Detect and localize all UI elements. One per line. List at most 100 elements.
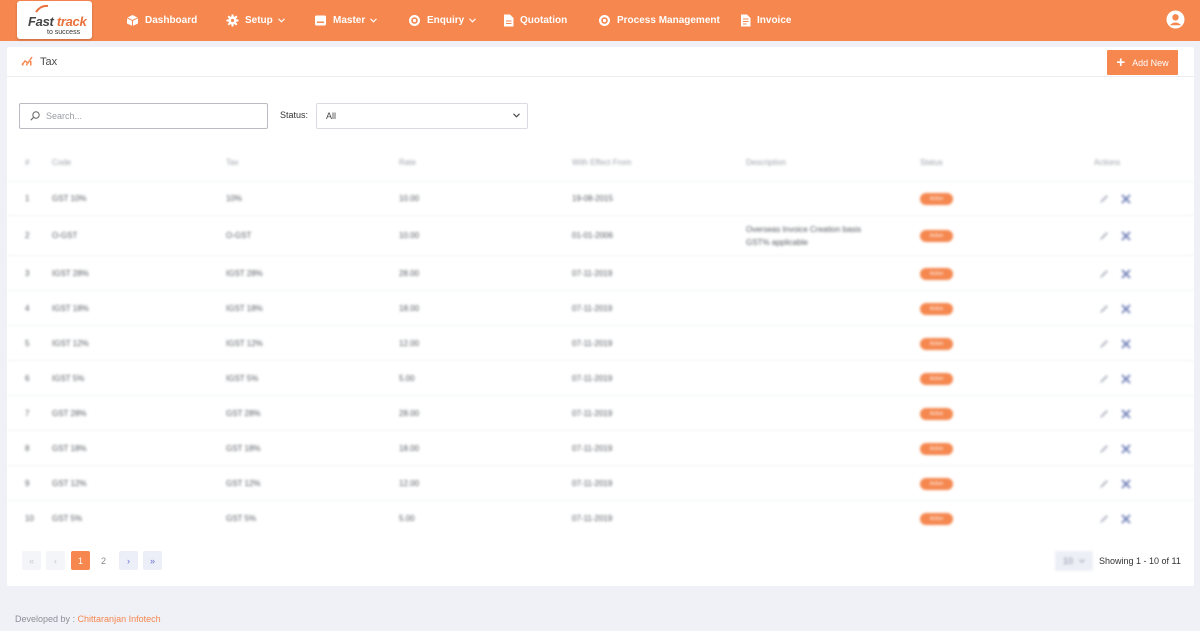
cell-rate: 28.00 <box>399 409 420 418</box>
cell-n: 6 <box>25 374 30 383</box>
chevron-down-icon <box>1079 559 1085 563</box>
cell-n: 10 <box>25 514 34 523</box>
cell-rate: 5.00 <box>399 374 415 383</box>
delete-icon[interactable] <box>1121 194 1131 204</box>
delete-icon[interactable] <box>1121 231 1131 241</box>
brand-logo[interactable]: Fast track to success <box>17 1 92 39</box>
cell-tax: IGST 12% <box>226 339 263 348</box>
per-page-select[interactable]: 10 <box>1055 551 1093 571</box>
cell-from: 07-11-2019 <box>572 339 613 348</box>
footer-company-link[interactable]: Chittaranjan Infotech <box>78 614 161 624</box>
cell-from: 07-11-2019 <box>572 269 613 278</box>
table-row: 10 GST 5% GST 5% 5.00 07-11-2019 Active <box>7 500 1194 535</box>
delete-icon[interactable] <box>1121 479 1131 489</box>
cell-rate: 5.00 <box>399 514 415 523</box>
nav-enquiry[interactable]: Enquiry <box>408 0 477 41</box>
nav-process-management[interactable]: Process Management <box>598 0 720 41</box>
status-select[interactable]: All <box>316 103 528 129</box>
cell-tax: O-GST <box>226 231 252 240</box>
edit-icon[interactable] <box>1099 444 1109 454</box>
status-select-value: All <box>326 111 337 121</box>
cell-code: GST 5% <box>52 514 83 523</box>
target-icon <box>599 15 610 26</box>
delete-icon[interactable] <box>1121 339 1131 349</box>
status-badge: Active <box>920 193 953 205</box>
cell-rate: 18.00 <box>399 304 420 313</box>
status-badge: Active <box>920 513 953 525</box>
cell-code: GST 28% <box>52 409 87 418</box>
edit-icon[interactable] <box>1099 409 1109 419</box>
cell-n: 5 <box>25 339 30 348</box>
footer-prefix: Developed by : <box>15 614 78 624</box>
delete-icon[interactable] <box>1121 514 1131 524</box>
nav-label: Enquiry <box>427 15 465 26</box>
search-input[interactable]: Search... <box>19 103 268 129</box>
add-new-button[interactable]: + Add New <box>1107 50 1178 75</box>
chevron-down-icon <box>513 113 520 118</box>
cell-from: 07-11-2019 <box>572 409 613 418</box>
nav-master[interactable]: Master <box>314 0 378 41</box>
delete-icon[interactable] <box>1121 409 1131 419</box>
chevron-down-icon <box>370 18 378 23</box>
nav-label: Process Management <box>617 15 720 26</box>
showing-count: Showing 1 - 10 of 11 <box>1099 556 1181 566</box>
first-page-button[interactable]: « <box>22 551 41 570</box>
edit-icon[interactable] <box>1099 231 1109 241</box>
status-badge: Active <box>920 443 953 455</box>
nav-setup[interactable]: Setup <box>226 0 285 41</box>
nav-dashboard[interactable]: Dashboard <box>126 0 197 41</box>
delete-icon[interactable] <box>1121 444 1131 454</box>
edit-icon[interactable] <box>1099 339 1109 349</box>
column-header[interactable]: Code <box>52 158 71 167</box>
nav-quotation[interactable]: Quotation <box>503 0 567 41</box>
column-header[interactable]: Rate <box>399 158 416 167</box>
cell-from: 07-11-2019 <box>572 304 613 313</box>
status-badge: Active <box>920 303 953 315</box>
target-icon <box>409 15 420 26</box>
page-1-button[interactable]: 1 <box>71 551 90 570</box>
card-header: Tax + Add New <box>7 47 1194 77</box>
nav-label: Setup <box>245 15 273 26</box>
nav-label: Dashboard <box>145 15 198 26</box>
cell-n: 7 <box>25 409 30 418</box>
edit-icon[interactable] <box>1099 269 1109 279</box>
swoosh-icon <box>35 4 49 13</box>
status-badge: Active <box>920 338 953 350</box>
cell-tax: GST 5% <box>226 514 257 523</box>
column-header[interactable]: With Effect From <box>572 158 631 167</box>
cell-from: 07-11-2019 <box>572 444 613 453</box>
cell-code: IGST 28% <box>52 269 89 278</box>
delete-icon[interactable] <box>1121 374 1131 384</box>
edit-icon[interactable] <box>1099 514 1109 524</box>
status-badge: Active <box>920 408 953 420</box>
page-2-button[interactable]: 2 <box>94 551 113 570</box>
cube-icon <box>126 15 139 26</box>
delete-icon[interactable] <box>1121 304 1131 314</box>
table-row: 4 IGST 18% IGST 18% 18.00 07-11-2019 Active <box>7 290 1194 325</box>
user-avatar-icon[interactable] <box>1166 10 1185 29</box>
status-filter-label: Status: <box>280 110 309 120</box>
status-badge: Active <box>920 478 953 490</box>
table-row: 7 GST 28% GST 28% 28.00 07-11-2019 Active <box>7 395 1194 430</box>
card-icon <box>315 15 326 26</box>
cell-from: 01-01-2006 <box>572 231 613 240</box>
file-icon <box>504 14 514 27</box>
column-header[interactable]: Tax <box>226 158 238 167</box>
nav-invoice[interactable]: Invoice <box>740 0 791 41</box>
edit-icon[interactable] <box>1099 194 1109 204</box>
last-page-button[interactable]: » <box>143 551 162 570</box>
status-badge: Active <box>920 268 953 280</box>
table-row: 2 O-GST O-GST 10.00 01-01-2006 Overseas Invoi… <box>7 215 1194 255</box>
prev-page-button[interactable]: ‹ <box>46 551 65 570</box>
next-page-button[interactable]: › <box>119 551 138 570</box>
edit-icon[interactable] <box>1099 304 1109 314</box>
cell-code: O-GST <box>52 231 78 240</box>
column-header[interactable]: Description <box>746 158 786 167</box>
edit-icon[interactable] <box>1099 374 1109 384</box>
cell-rate: 28.00 <box>399 269 420 278</box>
cell-tax: IGST 5% <box>226 374 259 383</box>
column-header[interactable]: Status <box>920 158 943 167</box>
status-badge: Active <box>920 373 953 385</box>
delete-icon[interactable] <box>1121 269 1131 279</box>
edit-icon[interactable] <box>1099 479 1109 489</box>
